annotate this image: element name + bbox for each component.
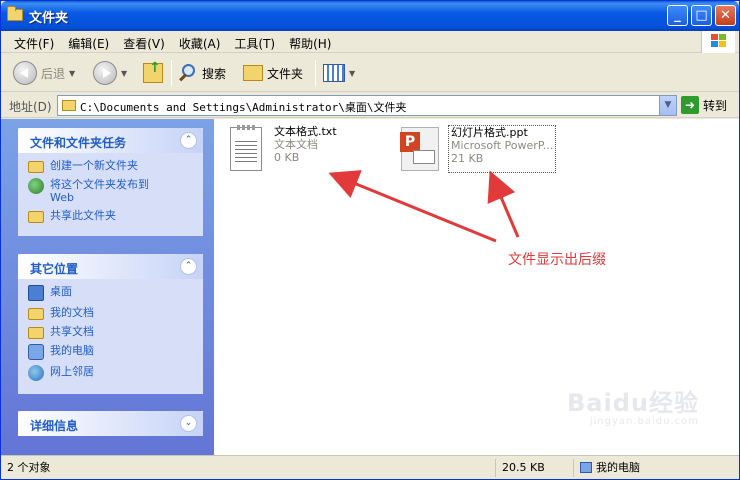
minimize-button[interactable]: _ — [667, 5, 688, 26]
place-my-computer[interactable]: 我的电脑 — [28, 344, 193, 360]
windows-logo — [701, 31, 735, 53]
toolbar-separator — [171, 60, 172, 86]
panel-title: 文件和文件夹任务 — [30, 136, 127, 150]
folders-label: 文件夹 — [267, 66, 304, 81]
search-label: 搜索 — [202, 66, 227, 81]
task-label: 创建一个新文件夹 — [50, 159, 138, 172]
back-label: 后退 — [41, 66, 66, 81]
place-label: 共享文档 — [50, 325, 94, 338]
menu-file[interactable]: 文件(F) — [7, 31, 61, 52]
panel-header[interactable]: 文件和文件夹任务 ⌃ — [18, 128, 203, 153]
toolbar-separator — [315, 60, 316, 86]
arrow-to-txt — [328, 170, 497, 243]
publish-web-icon — [28, 178, 44, 194]
place-label: 我的电脑 — [50, 344, 94, 357]
go-arrow-icon: ➜ — [681, 96, 699, 114]
folders-button[interactable]: 文件夹 — [243, 58, 303, 88]
place-network[interactable]: 网上邻居 — [28, 365, 193, 381]
file-list-view[interactable]: 文本格式.txt 文本文档 0 KB P 幻灯片格式.ppt Microsoft… — [214, 119, 739, 455]
address-label: 地址(D) — [9, 100, 52, 114]
close-button[interactable]: ✕ — [715, 5, 736, 26]
place-label: 网上邻居 — [50, 365, 94, 378]
views-button[interactable]: ▼ — [323, 58, 355, 88]
panel-title: 详细信息 — [30, 419, 79, 433]
place-label: 桌面 — [50, 285, 72, 298]
task-new-folder[interactable]: 创建一个新文件夹 — [28, 159, 193, 173]
status-location: 我的电脑 — [573, 459, 733, 477]
go-button[interactable]: ➜ 转到 — [681, 96, 727, 114]
title-bar[interactable]: 文件夹 _ □ ✕ — [1, 1, 739, 31]
folders-icon — [243, 65, 263, 81]
views-grid-icon — [323, 64, 345, 82]
explorer-window: 文件夹 _ □ ✕ 文件(F) 编辑(E) 查看(V) 收藏(A) 工具(T) 帮助(H)… — [0, 0, 740, 480]
menu-bar: 文件(F) 编辑(E) 查看(V) 收藏(A) 工具(T) 帮助(H) — [1, 31, 739, 53]
menu-favorites[interactable]: 收藏(A) — [172, 31, 228, 52]
annotation-text: 文件显示出后缀 — [508, 252, 606, 268]
folder-icon — [7, 6, 23, 21]
place-shared-documents[interactable]: 共享文档 — [28, 325, 193, 339]
status-location-label: 我的电脑 — [596, 461, 640, 474]
task-share-folder[interactable]: 共享此文件夹 — [28, 209, 193, 223]
back-button[interactable]: 后退 ▼ — [13, 58, 75, 88]
task-label: 共享此文件夹 — [50, 209, 116, 222]
status-bar: 2 个对象 20.5 KB 我的电脑 — [1, 455, 739, 479]
share-folder-icon — [28, 211, 44, 223]
menu-edit[interactable]: 编辑(E) — [61, 31, 116, 52]
network-places-icon — [28, 365, 44, 381]
shared-documents-icon — [28, 327, 44, 339]
windows-flag-icon — [711, 34, 727, 49]
expand-icon[interactable]: ⌄ — [180, 415, 197, 432]
place-my-documents[interactable]: 我的文档 — [28, 306, 193, 320]
address-field[interactable]: C:\Documents and Settings\Administrator\… — [57, 95, 677, 116]
address-path: C:\Documents and Settings\Administrator\… — [80, 101, 407, 114]
forward-dropdown-icon[interactable]: ▼ — [121, 69, 127, 78]
watermark-sub: jingyan.baidu.com — [589, 416, 699, 427]
place-desktop[interactable]: 桌面 — [28, 285, 193, 301]
collapse-icon[interactable]: ⌃ — [180, 132, 197, 149]
my-computer-icon — [580, 462, 592, 473]
back-arrow-icon — [13, 61, 37, 85]
folder-icon — [62, 100, 76, 111]
go-label: 转到 — [703, 98, 728, 113]
new-folder-icon — [28, 161, 44, 173]
views-dropdown-icon[interactable]: ▼ — [349, 69, 355, 78]
my-documents-icon — [28, 308, 44, 320]
task-label: 将这个文件夹发布到 Web — [50, 178, 149, 204]
place-label: 我的文档 — [50, 306, 94, 319]
status-size: 20.5 KB — [495, 459, 571, 477]
menu-view[interactable]: 查看(V) — [116, 31, 172, 52]
address-dropdown-icon[interactable]: ▼ — [659, 96, 676, 115]
baidu-watermark: Baidu经验 jingyan.baidu.com — [567, 383, 699, 427]
address-bar: 地址(D) C:\Documents and Settings\Administ… — [1, 93, 739, 118]
back-dropdown-icon[interactable]: ▼ — [69, 69, 75, 78]
file-folder-tasks-panel: 文件和文件夹任务 ⌃ 创建一个新文件夹 将这个文件夹发布到 Web 共享此文件夹 — [18, 128, 203, 236]
details-panel: 详细信息 ⌄ — [18, 411, 203, 436]
maximize-button[interactable]: □ — [691, 5, 712, 26]
my-computer-icon — [28, 344, 44, 360]
search-button[interactable]: 搜索 — [178, 58, 226, 88]
arrow-to-ppt — [487, 170, 520, 238]
menu-tools[interactable]: 工具(T) — [227, 31, 282, 52]
toolbar: 后退 ▼ ▼ ↑ 搜索 文件夹 ▼ — [1, 54, 739, 92]
panel-header[interactable]: 其它位置 ⌃ — [18, 254, 203, 279]
up-folder-icon: ↑ — [143, 60, 163, 83]
search-icon — [178, 63, 198, 83]
task-pane: 文件和文件夹任务 ⌃ 创建一个新文件夹 将这个文件夹发布到 Web 共享此文件夹 — [1, 119, 214, 455]
other-places-panel: 其它位置 ⌃ 桌面 我的文档 共享文档 我的电脑 网上邻居 — [18, 254, 203, 394]
collapse-icon[interactable]: ⌃ — [180, 258, 197, 275]
window-title: 文件夹 — [29, 11, 69, 26]
watermark-text: Baidu经验 — [567, 389, 699, 417]
desktop-icon — [28, 285, 44, 301]
task-publish-web[interactable]: 将这个文件夹发布到 Web — [28, 178, 193, 204]
panel-header[interactable]: 详细信息 ⌄ — [18, 411, 203, 436]
forward-arrow-icon — [93, 61, 117, 85]
panel-title: 其它位置 — [30, 262, 79, 276]
status-object-count: 2 个对象 — [7, 461, 51, 474]
menu-help[interactable]: 帮助(H) — [282, 31, 338, 52]
forward-button[interactable]: ▼ — [93, 58, 127, 88]
up-folder-button[interactable]: ↑ — [143, 58, 163, 88]
